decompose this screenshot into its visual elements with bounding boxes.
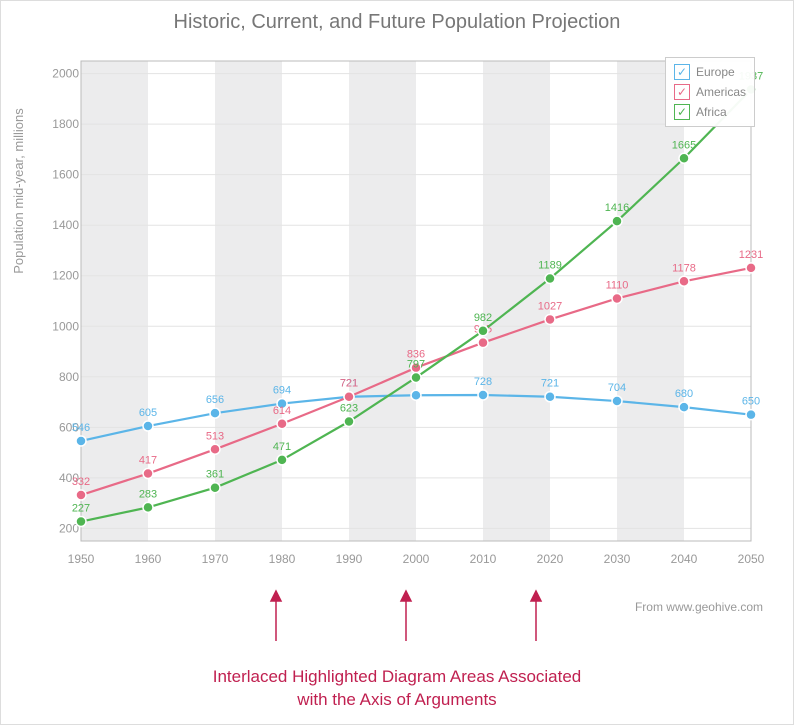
checkbox-icon bbox=[674, 104, 690, 120]
svg-text:721: 721 bbox=[541, 378, 559, 390]
svg-text:332: 332 bbox=[72, 476, 90, 488]
svg-text:728: 728 bbox=[474, 376, 492, 388]
svg-text:1200: 1200 bbox=[52, 269, 79, 283]
svg-text:797: 797 bbox=[407, 359, 425, 371]
svg-text:546: 546 bbox=[72, 422, 90, 434]
svg-text:2000: 2000 bbox=[52, 67, 79, 81]
svg-text:1231: 1231 bbox=[739, 249, 763, 261]
legend-label: Americas bbox=[696, 85, 746, 99]
legend-item-africa[interactable]: Africa bbox=[674, 102, 746, 122]
legend-item-americas[interactable]: Americas bbox=[674, 82, 746, 102]
svg-text:704: 704 bbox=[608, 382, 626, 394]
annotation-text: Interlaced Highlighted Diagram Areas Ass… bbox=[1, 666, 793, 712]
svg-text:1800: 1800 bbox=[52, 117, 79, 131]
svg-text:471: 471 bbox=[273, 441, 291, 453]
svg-text:614: 614 bbox=[273, 405, 291, 417]
checkbox-icon bbox=[674, 84, 690, 100]
svg-text:721: 721 bbox=[340, 378, 358, 390]
svg-text:2020: 2020 bbox=[537, 552, 564, 566]
y-axis-label: Population mid-year, millions bbox=[11, 81, 26, 301]
svg-text:1990: 1990 bbox=[336, 552, 363, 566]
svg-text:1110: 1110 bbox=[606, 279, 629, 291]
svg-text:513: 513 bbox=[206, 430, 224, 442]
chart-svg: 2004006008001000120014001600180020001950… bbox=[71, 51, 761, 571]
svg-text:800: 800 bbox=[59, 370, 79, 384]
svg-text:1400: 1400 bbox=[52, 218, 79, 232]
legend: Europe Americas Africa bbox=[665, 57, 755, 127]
svg-text:1960: 1960 bbox=[135, 552, 162, 566]
legend-label: Europe bbox=[696, 65, 735, 79]
svg-text:1189: 1189 bbox=[538, 260, 562, 272]
svg-text:1178: 1178 bbox=[672, 262, 696, 274]
annotation-arrows bbox=[1, 586, 794, 666]
svg-text:1665: 1665 bbox=[672, 139, 696, 151]
legend-item-europe[interactable]: Europe bbox=[674, 62, 746, 82]
svg-text:227: 227 bbox=[72, 503, 90, 515]
svg-text:361: 361 bbox=[206, 469, 224, 481]
svg-text:1970: 1970 bbox=[202, 552, 229, 566]
chart-container: Historic, Current, and Future Population… bbox=[0, 0, 794, 725]
annotation-line-1: Interlaced Highlighted Diagram Areas Ass… bbox=[213, 667, 582, 686]
svg-text:605: 605 bbox=[139, 407, 157, 419]
svg-text:2030: 2030 bbox=[604, 552, 631, 566]
svg-text:656: 656 bbox=[206, 394, 224, 406]
svg-text:1980: 1980 bbox=[269, 552, 296, 566]
chart-title: Historic, Current, and Future Population… bbox=[1, 1, 793, 44]
svg-text:283: 283 bbox=[139, 488, 157, 500]
svg-text:1000: 1000 bbox=[52, 319, 79, 333]
annotation-line-2: with the Axis of Arguments bbox=[297, 690, 496, 709]
svg-text:694: 694 bbox=[273, 385, 291, 397]
svg-text:650: 650 bbox=[742, 396, 760, 408]
svg-text:1027: 1027 bbox=[538, 300, 562, 312]
svg-text:2050: 2050 bbox=[738, 552, 765, 566]
svg-text:2010: 2010 bbox=[470, 552, 497, 566]
svg-text:2000: 2000 bbox=[403, 552, 430, 566]
svg-text:1600: 1600 bbox=[52, 168, 79, 182]
svg-text:982: 982 bbox=[474, 312, 492, 324]
svg-text:680: 680 bbox=[675, 388, 693, 400]
svg-text:417: 417 bbox=[139, 455, 157, 467]
svg-text:1416: 1416 bbox=[605, 202, 629, 214]
svg-text:2040: 2040 bbox=[671, 552, 698, 566]
svg-text:1950: 1950 bbox=[68, 552, 95, 566]
legend-label: Africa bbox=[696, 105, 727, 119]
checkbox-icon bbox=[674, 64, 690, 80]
svg-text:623: 623 bbox=[340, 403, 358, 415]
plot-area: 2004006008001000120014001600180020001950… bbox=[71, 51, 761, 571]
